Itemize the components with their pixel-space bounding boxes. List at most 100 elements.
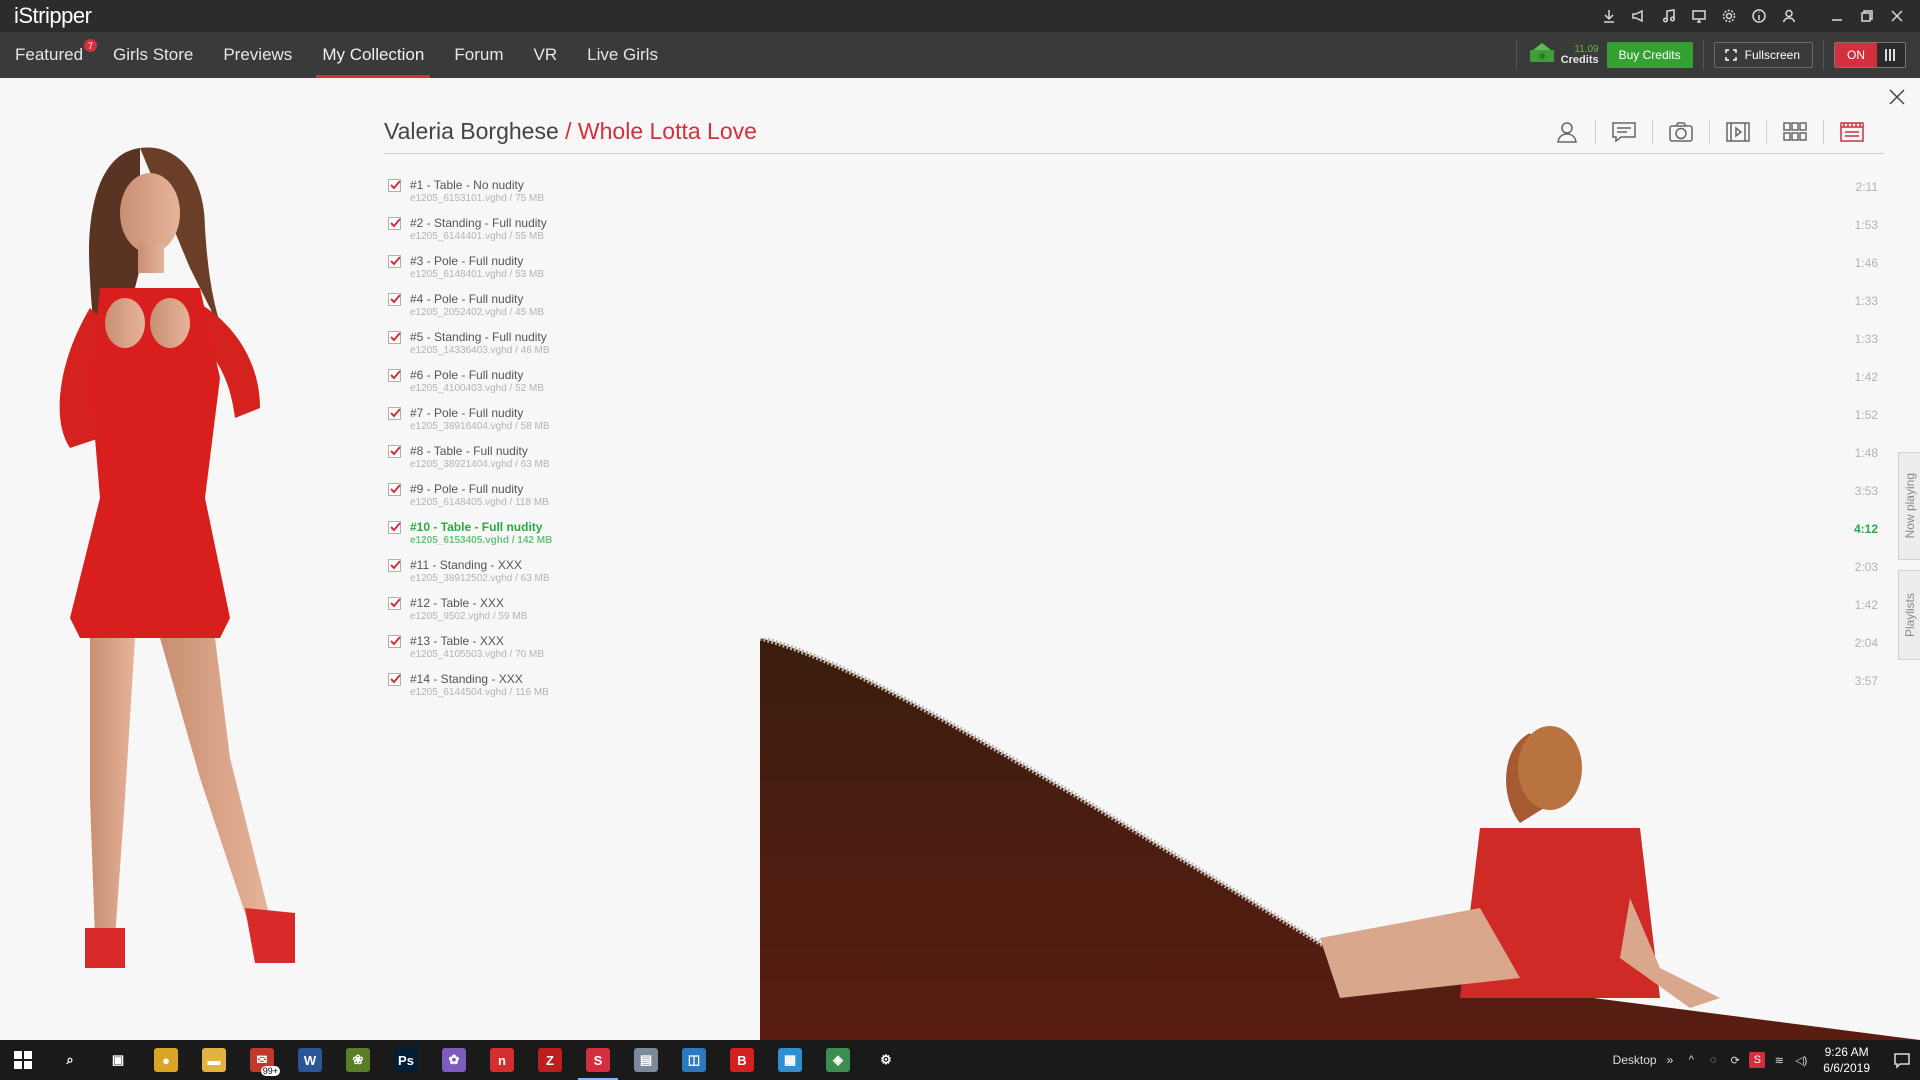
clip-checkbox[interactable] bbox=[388, 483, 401, 496]
outlook-icon: ◫ bbox=[682, 1048, 706, 1072]
scanner-taskbar-button[interactable]: ▤ bbox=[622, 1040, 670, 1080]
clip-row[interactable]: #4 - Pole - Full nudity e1205_2052402.vgh… bbox=[388, 290, 1878, 328]
clip-row[interactable]: #13 - Table - XXX e1205_4105503.vghd / 70… bbox=[388, 632, 1878, 670]
comments-button[interactable] bbox=[1608, 118, 1640, 146]
restore-icon[interactable] bbox=[1858, 7, 1876, 25]
bitdefender-taskbar-button[interactable]: B bbox=[718, 1040, 766, 1080]
game-taskbar-button[interactable]: ❀ bbox=[334, 1040, 382, 1080]
filezilla-taskbar-button[interactable]: Z bbox=[526, 1040, 574, 1080]
nav-tab-featured[interactable]: Featured 7 bbox=[0, 32, 98, 78]
clip-row[interactable]: #1 - Table - No nudity e1205_6153101.vghd… bbox=[388, 176, 1878, 214]
clock[interactable]: 9:26 AM 6/6/2019 bbox=[1823, 1044, 1870, 1076]
outlook-taskbar-button[interactable]: ◫ bbox=[670, 1040, 718, 1080]
network-status-icon[interactable]: ◌ bbox=[1705, 1052, 1721, 1068]
chrome-taskbar-button[interactable]: ● bbox=[142, 1040, 190, 1080]
gear-icon[interactable] bbox=[1720, 7, 1738, 25]
person-icon bbox=[1557, 122, 1577, 143]
on-off-toggle[interactable]: ON bbox=[1834, 42, 1906, 68]
clip-row[interactable]: #6 - Pole - Full nudity e1205_4100403.vgh… bbox=[388, 366, 1878, 404]
fullscreen-button[interactable]: Fullscreen bbox=[1713, 42, 1813, 68]
istripper-tray-icon[interactable]: S bbox=[1749, 1052, 1766, 1068]
main-nav-bar: Featured 7 Girls Store Previews My Collectio… bbox=[0, 32, 1920, 78]
sync-icon[interactable]: ⟳ bbox=[1727, 1052, 1743, 1068]
videos-button[interactable] bbox=[1722, 118, 1754, 146]
photoshop-taskbar-button[interactable]: Ps bbox=[382, 1040, 430, 1080]
network-app-taskbar-button[interactable]: ◈ bbox=[814, 1040, 862, 1080]
checkmark-icon bbox=[390, 560, 401, 570]
file-explorer-taskbar-button[interactable]: ▬ bbox=[190, 1040, 238, 1080]
nav-tab-live-girls[interactable]: Live Girls bbox=[572, 32, 673, 78]
task-view-taskbar-button[interactable]: ▣ bbox=[94, 1040, 142, 1080]
windows-logo-icon bbox=[14, 1051, 32, 1069]
network-app-icon: ◈ bbox=[826, 1048, 850, 1072]
nero-icon: n bbox=[490, 1048, 514, 1072]
clip-row[interactable]: #8 - Table - Full nudity e1205_38921404.v… bbox=[388, 442, 1878, 480]
istripper-icon: S bbox=[586, 1048, 610, 1072]
mail-app-taskbar-button[interactable]: ✉ 99+ bbox=[238, 1040, 286, 1080]
monitor-icon[interactable] bbox=[1690, 7, 1708, 25]
nero-taskbar-button[interactable]: n bbox=[478, 1040, 526, 1080]
settings-taskbar-button[interactable]: ⚙ bbox=[862, 1040, 910, 1080]
info-icon[interactable] bbox=[1750, 7, 1768, 25]
clip-row[interactable]: #11 - Standing - XXX e1205_38912502.vghd … bbox=[388, 556, 1878, 594]
notifications-button[interactable] bbox=[1884, 1051, 1920, 1069]
clip-checkbox[interactable] bbox=[388, 369, 401, 382]
clip-row[interactable]: #10 - Table - Full nudity e1205_6153405.v… bbox=[388, 518, 1878, 556]
word-taskbar-button[interactable]: W bbox=[286, 1040, 334, 1080]
clip-row[interactable]: #7 - Pole - Full nudity e1205_38916404.vg… bbox=[388, 404, 1878, 442]
nav-tab-previews[interactable]: Previews bbox=[208, 32, 307, 78]
clip-checkbox[interactable] bbox=[388, 521, 401, 534]
clip-duration: 2:04 bbox=[1854, 636, 1878, 650]
clip-checkbox[interactable] bbox=[388, 559, 401, 572]
notification-badge: 7 bbox=[84, 39, 98, 52]
clip-checkbox[interactable] bbox=[388, 407, 401, 420]
credits-display[interactable]: 11.09 Credits bbox=[1527, 41, 1599, 70]
minimize-icon[interactable] bbox=[1828, 7, 1846, 25]
clip-row[interactable]: #9 - Pole - Full nudity e1205_6148405.vgh… bbox=[388, 480, 1878, 518]
download-icon[interactable] bbox=[1600, 7, 1618, 25]
volume-icon[interactable]: ◁) bbox=[1793, 1052, 1809, 1068]
clip-checkbox[interactable] bbox=[388, 217, 401, 230]
clip-checkbox[interactable] bbox=[388, 673, 401, 686]
music-icon[interactable] bbox=[1660, 7, 1678, 25]
user-icon[interactable] bbox=[1780, 7, 1798, 25]
nav-tab-forum[interactable]: Forum bbox=[439, 32, 518, 78]
start-button[interactable] bbox=[0, 1040, 46, 1080]
desktop-toolbar-label[interactable]: Desktop bbox=[1613, 1053, 1657, 1067]
clip-title: #3 - Pole - Full nudity bbox=[410, 254, 524, 268]
clip-checkbox[interactable] bbox=[388, 635, 401, 648]
model-name[interactable]: Valeria Borghese bbox=[384, 118, 559, 144]
photos-button[interactable] bbox=[1665, 118, 1697, 146]
chevron-up-icon[interactable]: ^ bbox=[1683, 1052, 1699, 1068]
close-icon[interactable] bbox=[1888, 7, 1906, 25]
clip-row[interactable]: #3 - Pole - Full nudity e1205_6148401.vgh… bbox=[388, 252, 1878, 290]
nav-tab-girls-store[interactable]: Girls Store bbox=[98, 32, 208, 78]
clip-checkbox[interactable] bbox=[388, 179, 401, 192]
playlists-tab[interactable]: Playlists bbox=[1898, 570, 1920, 660]
toolbar-overflow-icon[interactable]: » bbox=[1667, 1053, 1674, 1067]
clip-row[interactable]: #12 - Table - XXX e1205_9502.vghd / 59 MB… bbox=[388, 594, 1878, 632]
clip-checkbox[interactable] bbox=[388, 331, 401, 344]
nav-tab-vr[interactable]: VR bbox=[518, 32, 572, 78]
istripper-taskbar-button[interactable]: S bbox=[574, 1040, 622, 1080]
model-profile-button[interactable] bbox=[1551, 118, 1583, 146]
clip-row[interactable]: #5 - Standing - Full nudity e1205_1433640… bbox=[388, 328, 1878, 366]
clip-checkbox[interactable] bbox=[388, 597, 401, 610]
close-panel-button[interactable] bbox=[1888, 88, 1908, 108]
clip-checkbox[interactable] bbox=[388, 445, 401, 458]
grid-view-button[interactable] bbox=[1779, 118, 1811, 146]
clip-checkbox[interactable] bbox=[388, 255, 401, 268]
clip-row[interactable]: #14 - Standing - XXX e1205_6144504.vghd /… bbox=[388, 670, 1878, 708]
megaphone-icon[interactable] bbox=[1630, 7, 1648, 25]
wifi-icon[interactable]: ≋ bbox=[1771, 1052, 1787, 1068]
clip-row[interactable]: #2 - Standing - Full nudity e1205_6144401… bbox=[388, 214, 1878, 252]
now-playing-tab[interactable]: Now playing bbox=[1898, 452, 1920, 560]
nav-tab-my-collection[interactable]: My Collection bbox=[307, 32, 439, 78]
search-taskbar-button[interactable]: ⌕ bbox=[46, 1040, 94, 1080]
filezilla-icon: Z bbox=[538, 1048, 562, 1072]
store-taskbar-button[interactable]: ▦ bbox=[766, 1040, 814, 1080]
clip-checkbox[interactable] bbox=[388, 293, 401, 306]
clip-list-view-button[interactable] bbox=[1836, 118, 1868, 146]
paint-taskbar-button[interactable]: ✿ bbox=[430, 1040, 478, 1080]
buy-credits-button[interactable]: Buy Credits bbox=[1606, 42, 1693, 68]
